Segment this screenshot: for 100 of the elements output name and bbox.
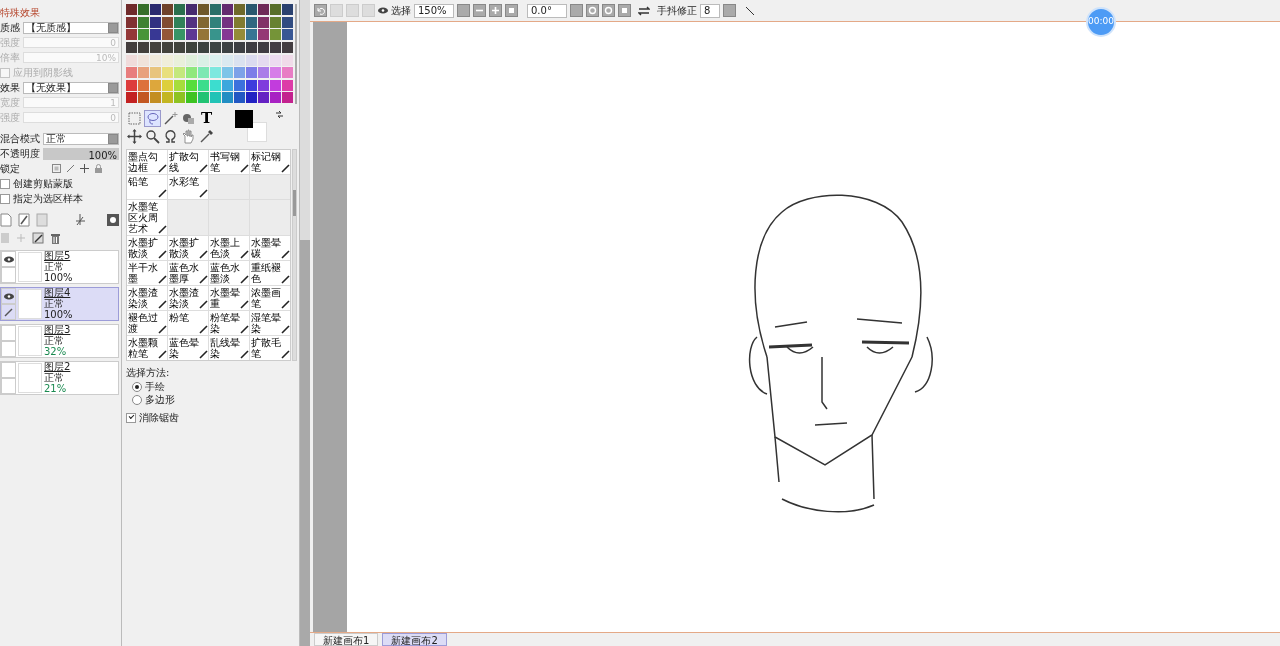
scrollbar[interactable] <box>295 4 297 104</box>
brush-tool[interactable]: 书写钢笔 <box>209 150 249 174</box>
brush-tool[interactable]: 扩散毛笔 <box>250 336 290 360</box>
checkbox[interactable] <box>0 178 10 189</box>
brush-tool[interactable]: 重纸褪色 <box>250 261 290 285</box>
checkbox[interactable] <box>0 193 10 204</box>
brush-tool[interactable]: 标记钢笔 <box>250 150 290 174</box>
pen-icon[interactable] <box>66 164 75 173</box>
lock-transparency-icon[interactable] <box>52 164 61 173</box>
canvas-tab[interactable]: 新建画布2 <box>382 633 447 646</box>
secondary-color[interactable] <box>247 122 267 142</box>
brush-tool[interactable]: 褪色过渡 <box>127 311 167 335</box>
recording-timer: 00:00 <box>1086 7 1116 37</box>
brush-tool[interactable]: 水墨晕重 <box>209 286 249 310</box>
visibility-toggle[interactable] <box>1 288 16 304</box>
trash-icon[interactable] <box>50 231 61 244</box>
undo-button[interactable] <box>314 4 327 17</box>
scrollbar-thumb[interactable] <box>300 240 310 646</box>
visibility-toggle[interactable] <box>1 325 16 341</box>
reset-zoom-button[interactable] <box>505 4 518 17</box>
layer-row[interactable]: 图层5 正常 100% <box>0 250 119 284</box>
edit-toggle[interactable] <box>1 304 16 320</box>
blend-mode: 正常 <box>44 335 65 346</box>
field-label: 不透明度 <box>0 147 40 161</box>
brush-icon <box>281 325 290 334</box>
brush-tool[interactable]: 铅笔 <box>127 175 167 199</box>
checkbox-label: 创建剪贴蒙版 <box>13 177 73 191</box>
scrollbar[interactable] <box>292 149 297 361</box>
brush-tool[interactable]: 水墨渣染淡 <box>127 286 167 310</box>
layer-thumbnail <box>18 289 42 319</box>
stabilizer-field[interactable]: 8 <box>700 3 720 18</box>
wand-tool[interactable] <box>162 110 179 127</box>
visibility-toggle[interactable] <box>1 251 16 267</box>
brush-tool[interactable]: 蓝色水墨淡 <box>209 261 249 285</box>
move-tool[interactable] <box>126 128 143 145</box>
brush-tool[interactable]: 水彩笔 <box>168 175 208 199</box>
radio-label: 多边形 <box>145 393 175 407</box>
eye-icon[interactable] <box>378 7 388 14</box>
brush-tool[interactable]: 水墨扩散淡 <box>168 236 208 260</box>
layer-thumbnail <box>18 252 42 282</box>
layer-row[interactable]: 图层4 正常 100% <box>0 287 119 321</box>
flip-icon[interactable] <box>638 5 650 16</box>
lock-icon[interactable] <box>94 164 103 173</box>
new-layer-icon[interactable] <box>0 212 12 227</box>
color-palette-drawing[interactable] <box>126 4 293 104</box>
dropdown[interactable]: 【无质感】 <box>23 21 119 34</box>
text-tool[interactable]: T <box>198 110 215 127</box>
move-icon[interactable] <box>80 164 89 173</box>
brush-tool[interactable]: 浓墨画笔 <box>250 286 290 310</box>
blend-mode: 正常 <box>44 298 64 309</box>
brush-tool[interactable]: 水墨渣染淡 <box>168 286 208 310</box>
transform-icon[interactable] <box>74 212 86 227</box>
layer-row[interactable]: 图层2 正常 21% <box>0 361 119 395</box>
brush-tool[interactable]: 粉笔晕染 <box>209 311 249 335</box>
opacity-slider[interactable]: 100% <box>43 147 119 160</box>
brush-tool[interactable]: 湿笔晕染 <box>250 311 290 335</box>
layer-row[interactable]: 图层3 正常 32% <box>0 324 119 358</box>
zoom-field[interactable]: 150% <box>414 3 454 18</box>
zoom-in-button[interactable] <box>489 4 502 17</box>
line-tool-icon[interactable] <box>745 5 755 16</box>
brush-tool[interactable]: 乱线晕染 <box>209 336 249 360</box>
layer-name: 图层5 <box>44 251 72 261</box>
reset-rotation-button[interactable] <box>618 4 631 17</box>
brush-tool[interactable]: 水墨上色淡 <box>209 236 249 260</box>
brush-tool[interactable]: 扩散勾线 <box>168 150 208 174</box>
dropdown[interactable]: 【无效果】 <box>23 81 119 94</box>
checkbox[interactable] <box>126 412 136 423</box>
canvas-tab[interactable]: 新建画布1 <box>314 633 379 646</box>
eyedropper-tool[interactable] <box>198 128 215 145</box>
mask-icon[interactable] <box>107 213 119 226</box>
layer-opacity: 100% <box>44 272 73 283</box>
field-label: 强度 <box>0 36 20 50</box>
brush-tool[interactable]: 水墨笔区火周艺术 <box>127 200 167 235</box>
zoom-out-button[interactable] <box>473 4 486 17</box>
radio-button[interactable] <box>132 381 142 392</box>
pen-layer-icon[interactable] <box>18 212 30 227</box>
brush-tool[interactable]: 墨点勾边框 <box>127 150 167 174</box>
visibility-toggle[interactable] <box>1 362 16 378</box>
brush-tool[interactable]: 粉笔 <box>168 311 208 335</box>
edit-toggle[interactable] <box>1 378 16 394</box>
brush-tool[interactable]: 水墨扩散淡 <box>127 236 167 260</box>
rotate-tool[interactable] <box>162 128 179 145</box>
brush-icon <box>158 325 167 334</box>
layer-thumbnail <box>18 326 42 356</box>
radio-button[interactable] <box>132 394 142 405</box>
brush-tool[interactable]: 水墨晕碳 <box>250 236 290 260</box>
brush-tool[interactable]: 水墨颗粒笔 <box>127 336 167 360</box>
brush-tool[interactable]: 半干水墨 <box>127 261 167 285</box>
brush-tool[interactable]: 蓝色水墨厚 <box>168 261 208 285</box>
primary-color[interactable] <box>235 110 253 128</box>
angle-field[interactable]: 0.0° <box>527 3 567 18</box>
swap-arrow-icon[interactable] <box>275 110 284 119</box>
brush-icon <box>240 250 249 259</box>
brush-tool[interactable]: 蓝色晕染 <box>168 336 208 360</box>
layer-opacity: 21% <box>44 383 68 394</box>
edit-toggle[interactable] <box>1 341 16 357</box>
zoom-tool[interactable] <box>144 128 161 145</box>
dropdown[interactable]: 正常 <box>43 132 119 145</box>
clear-layer-icon[interactable] <box>32 231 44 244</box>
edit-toggle[interactable] <box>1 267 16 283</box>
